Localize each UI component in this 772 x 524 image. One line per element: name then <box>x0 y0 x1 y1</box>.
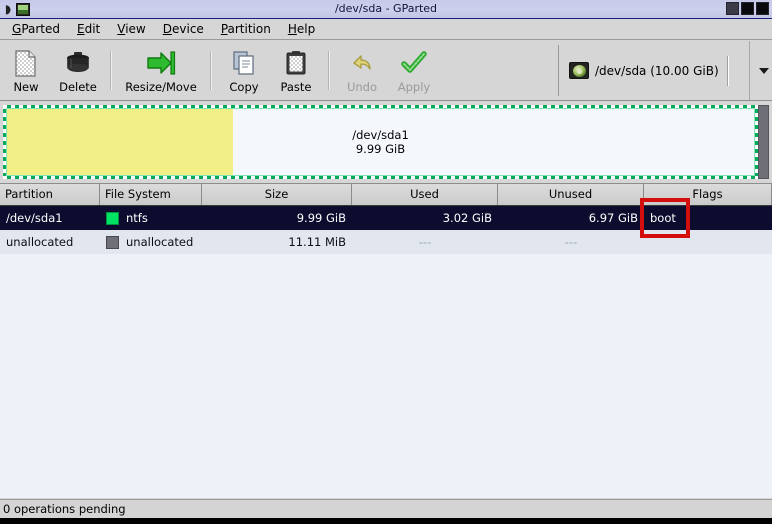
menu-edit-label: dit <box>84 21 101 36</box>
cell-filesystem-label: ntfs <box>126 211 148 225</box>
table-row[interactable]: /dev/sda1 ntfs 9.99 GiB 3.02 GiB 6.97 Gi… <box>0 206 772 230</box>
cell-unused: 6.97 GiB <box>588 211 638 225</box>
menu-partition-label: artition <box>227 21 271 36</box>
menu-help-mnemonic: H <box>287 21 297 36</box>
paste-button[interactable]: Paste <box>270 41 322 100</box>
new-button-label: New <box>13 80 39 94</box>
cell-size: 9.99 GiB <box>296 211 346 225</box>
toolbar-overflow-chevron-icon[interactable] <box>749 41 772 100</box>
trash-can-icon <box>65 49 91 77</box>
menu-bar: GParted Edit View Device Partition Help <box>0 19 772 40</box>
delete-button[interactable]: Delete <box>52 41 104 100</box>
paste-clipboard-icon <box>285 49 307 77</box>
column-header-partition[interactable]: Partition <box>0 184 100 205</box>
menu-partition[interactable]: Partition <box>213 20 280 39</box>
menu-gparted[interactable]: GParted <box>4 20 69 39</box>
device-selector-divider <box>726 55 729 86</box>
menu-device-label: evice <box>172 21 204 36</box>
window-controls <box>726 2 769 15</box>
cell-filesystem: unallocated <box>100 230 202 254</box>
partition-graphic-sda1[interactable]: /dev/sda1 9.99 GiB <box>3 105 758 179</box>
column-header-size[interactable]: Size <box>202 184 352 205</box>
unallocated-graphic-block[interactable] <box>758 105 769 179</box>
status-bar-text: 0 operations pending <box>3 502 126 516</box>
apply-check-icon <box>401 49 427 77</box>
menu-device-mnemonic: D <box>162 21 172 36</box>
copy-pages-icon <box>232 49 256 77</box>
filesystem-color-swatch <box>106 211 119 225</box>
partition-graphic-size: 9.99 GiB <box>355 142 406 156</box>
cell-used: --- <box>418 235 432 249</box>
partition-graphic-name: /dev/sda1 <box>352 128 409 142</box>
undo-button[interactable]: Undo <box>336 41 388 100</box>
device-selector[interactable]: /dev/sda (10.00 GiB) <box>558 45 746 96</box>
disk-graphic-area: /dev/sda1 9.99 GiB <box>0 102 772 182</box>
partition-graphic-inner: /dev/sda1 9.99 GiB <box>6 108 755 176</box>
menu-gparted-label: Parted <box>21 21 61 36</box>
undo-button-label: Undo <box>346 80 378 94</box>
device-selector-label: /dev/sda (10.00 GiB) <box>595 63 719 78</box>
cell-partition: unallocated <box>6 235 74 249</box>
table-header-row: Partition File System Size Used Unused F… <box>0 184 772 206</box>
cell-partition: /dev/sda1 <box>6 211 63 225</box>
undo-arrow-icon <box>350 49 374 77</box>
hard-disk-icon <box>569 62 589 79</box>
toolbar-separator-2 <box>210 51 212 90</box>
toolbar: New Delete Resize/Move Copy Paste Undo A… <box>0 41 772 101</box>
window-bottom-edge <box>0 518 772 524</box>
cell-flags: boot <box>650 211 676 225</box>
column-header-used[interactable]: Used <box>352 184 498 205</box>
column-header-flags[interactable]: Flags <box>644 184 772 205</box>
window-title: /dev/sda - GParted <box>334 2 438 15</box>
paste-button-label: Paste <box>280 80 312 94</box>
toolbar-separator-3 <box>328 51 330 90</box>
menu-edit[interactable]: Edit <box>69 20 109 39</box>
cell-unused: --- <box>564 235 578 249</box>
apply-button[interactable]: Apply <box>388 41 440 100</box>
column-header-unused[interactable]: Unused <box>498 184 644 205</box>
copy-button-label: Copy <box>229 80 259 94</box>
menu-help-label: elp <box>296 21 316 36</box>
disk-strip: /dev/sda1 9.99 GiB <box>3 105 769 179</box>
menu-gparted-mnemonic: G <box>12 21 22 36</box>
menu-view-label: iew <box>125 21 146 36</box>
chevron-down-icon <box>759 67 769 74</box>
partition-table: Partition File System Size Used Unused F… <box>0 183 772 498</box>
status-bar: 0 operations pending <box>0 499 772 518</box>
column-header-filesystem[interactable]: File System <box>100 184 202 205</box>
menu-view[interactable]: View <box>109 20 154 39</box>
gparted-window: ◗ /dev/sda - GParted GParted Edit View D… <box>0 0 772 524</box>
apply-button-label: Apply <box>397 80 431 94</box>
partition-graphic-label: /dev/sda1 9.99 GiB <box>352 128 409 156</box>
cell-size: 11.11 MiB <box>288 235 346 249</box>
cell-used: 3.02 GiB <box>442 211 492 225</box>
menu-edit-mnemonic: E <box>77 21 85 36</box>
resize-move-button-label: Resize/Move <box>125 80 197 94</box>
title-bar[interactable]: ◗ /dev/sda - GParted <box>0 0 772 19</box>
resize-move-button[interactable]: Resize/Move <box>118 41 204 100</box>
partition-used-bar <box>7 109 233 175</box>
toolbar-separator-1 <box>110 51 112 90</box>
resize-arrow-icon <box>146 49 176 77</box>
maximize-button[interactable] <box>741 2 754 15</box>
menu-device[interactable]: Device <box>155 20 213 39</box>
delete-button-label: Delete <box>59 80 97 94</box>
close-button[interactable] <box>756 2 769 15</box>
menu-help[interactable]: Help <box>280 20 324 39</box>
new-document-icon <box>14 49 38 77</box>
cell-filesystem: ntfs <box>100 206 202 230</box>
table-row[interactable]: unallocated unallocated 11.11 MiB --- --… <box>0 230 772 254</box>
cell-filesystem-label: unallocated <box>126 235 194 249</box>
new-button[interactable]: New <box>0 41 52 100</box>
copy-button[interactable]: Copy <box>218 41 270 100</box>
minimize-button[interactable] <box>726 2 739 15</box>
menu-partition-mnemonic: P <box>220 21 228 36</box>
filesystem-color-swatch <box>106 235 119 249</box>
